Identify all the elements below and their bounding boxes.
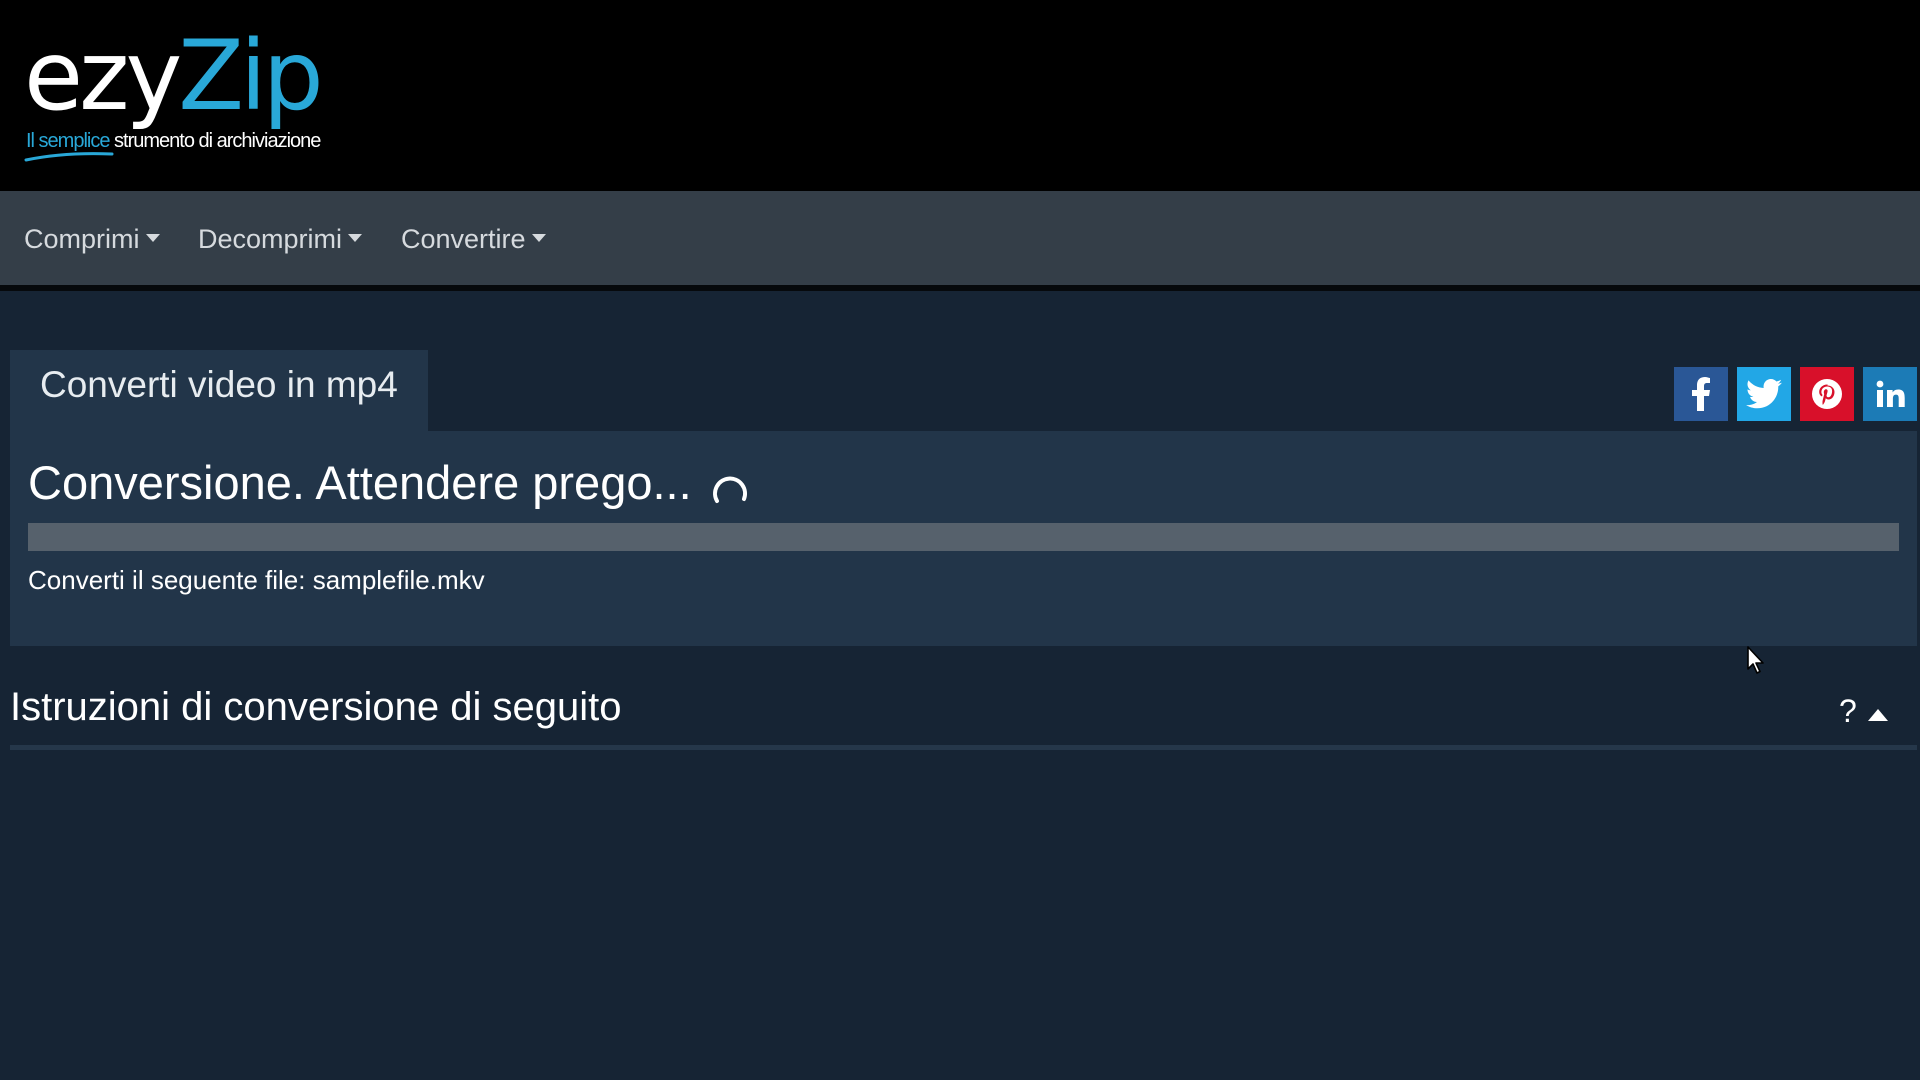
- mouse-cursor-icon: [1747, 646, 1764, 674]
- share-linkedin-button[interactable]: [1863, 367, 1917, 421]
- caret-down-icon: [145, 234, 160, 242]
- share-twitter-button[interactable]: [1737, 367, 1791, 421]
- conversion-status-title: Conversione. Attendere prego...: [28, 456, 692, 509]
- linkedin-icon: [1876, 380, 1905, 407]
- help-button[interactable]: ?: [1839, 693, 1857, 730]
- main-nav: Comprimi Decomprimi Convertire: [0, 191, 1920, 291]
- nav-convertire-label: Convertire: [401, 224, 526, 254]
- caret-down-icon: [531, 234, 546, 242]
- logo-wordmark: ezyZip: [24, 28, 324, 124]
- twitter-icon: [1746, 379, 1782, 409]
- tagline-highlight: Il semplice: [26, 130, 110, 152]
- section-divider: [10, 745, 1917, 750]
- nav-decomprimi-label: Decomprimi: [198, 224, 343, 254]
- pinterest-icon: [1812, 379, 1842, 409]
- nav-convertire[interactable]: Convertire: [401, 224, 546, 255]
- tagline-rest: strumento di archiviazione: [114, 130, 321, 152]
- nav-comprimi[interactable]: Comprimi: [24, 224, 160, 255]
- logo-swoosh-icon: [24, 152, 114, 162]
- ezyzip-logo[interactable]: ezyZip Il semplice strumento di archivia…: [24, 28, 324, 162]
- share-facebook-button[interactable]: [1674, 367, 1728, 421]
- conversion-file-label: Converti il seguente file: samplefile.mk…: [28, 565, 485, 595]
- tab-converti-video[interactable]: Converti video in mp4: [10, 350, 428, 432]
- tab-label: Converti video in mp4: [40, 364, 398, 405]
- collapse-caret-icon[interactable]: [1868, 709, 1888, 721]
- facebook-icon: [1692, 377, 1710, 411]
- share-pinterest-button[interactable]: [1800, 367, 1854, 421]
- nav-decomprimi[interactable]: Decomprimi: [198, 224, 363, 255]
- conversion-progress-bar: [28, 523, 1899, 551]
- caret-down-icon: [348, 234, 363, 242]
- loading-spinner-icon: [713, 476, 747, 503]
- nav-comprimi-label: Comprimi: [24, 224, 140, 254]
- logo-text-zip: Zip: [178, 20, 323, 132]
- instructions-title: Istruzioni di conversione di seguito: [10, 685, 622, 729]
- site-header: ezyZip Il semplice strumento di archivia…: [0, 0, 1920, 191]
- conversion-panel: Conversione. Attendere prego... Converti…: [10, 431, 1917, 646]
- logo-text-ezy: ezy: [24, 20, 182, 132]
